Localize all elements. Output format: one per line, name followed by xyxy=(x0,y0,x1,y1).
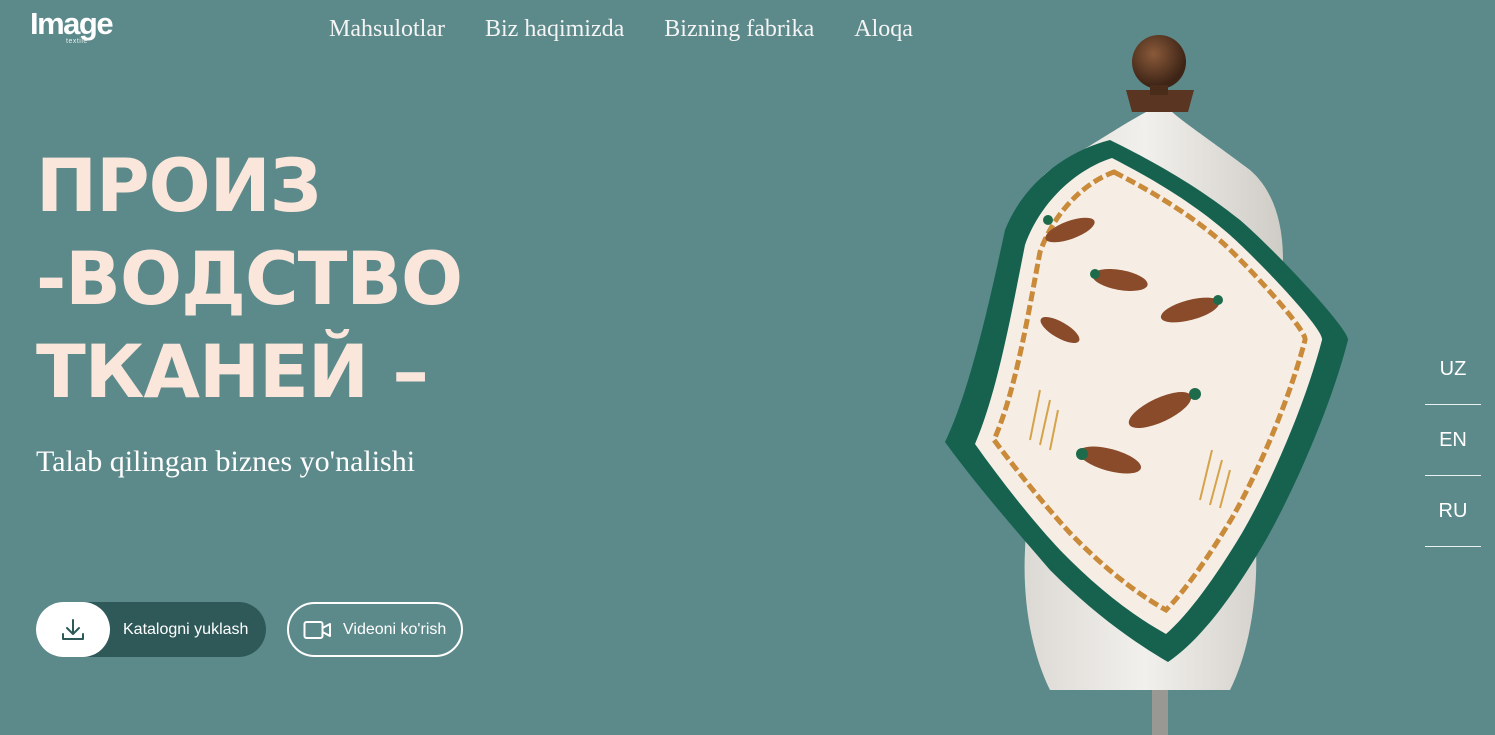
download-catalog-label: Katalogni yuklash xyxy=(123,620,249,638)
nav-link-products[interactable]: Mahsulotlar xyxy=(329,14,445,44)
brand-name: Image xyxy=(30,6,114,41)
nav-link-contact[interactable]: Aloqa xyxy=(854,14,913,44)
headline-line-1: ПРОИЗ xyxy=(36,144,322,229)
watch-video-label: Videoni ko'rish xyxy=(343,620,447,638)
hero-subtitle: Talab qilingan biznes yo'nalishi xyxy=(36,445,416,478)
main-nav: Mahsulotlar Biz haqimizda Bizning fabrik… xyxy=(329,14,953,44)
brand-logo[interactable]: Image textile xyxy=(30,6,134,46)
download-icon xyxy=(36,602,110,657)
brand-subtitle: textile xyxy=(66,38,88,45)
headline-line-3: ТКАНЕЙ – xyxy=(36,330,429,415)
watch-video-button[interactable]: Videoni ko'rish xyxy=(287,602,463,657)
language-option-en[interactable]: EN xyxy=(1425,406,1481,476)
download-catalog-button[interactable]: Katalogni yuklash xyxy=(36,602,266,657)
hero-mannequin-scarf-image xyxy=(945,35,1349,735)
language-switcher: UZ EN RU xyxy=(1425,335,1481,547)
video-camera-icon xyxy=(303,620,332,640)
headline-line-2: -ВОДСТВО xyxy=(36,237,463,322)
nav-link-about[interactable]: Biz haqimizda xyxy=(485,14,624,44)
language-option-ru[interactable]: RU xyxy=(1425,477,1481,547)
nav-link-factory[interactable]: Bizning fabrika xyxy=(664,14,814,44)
language-option-uz[interactable]: UZ xyxy=(1425,335,1481,405)
hero-headline: ПРОИЗ -ВОДСТВО ТКАНЕЙ – xyxy=(36,140,463,419)
